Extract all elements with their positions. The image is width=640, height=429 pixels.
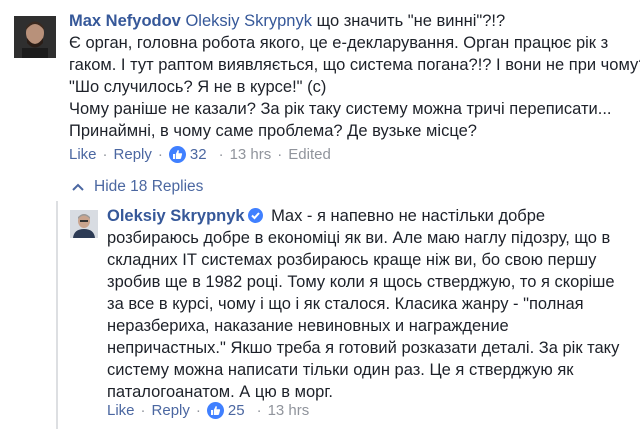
comment-line: Є орган, головна робота якого, це е-декл… — [69, 34, 609, 52]
separator-dot: · — [140, 402, 146, 419]
separator-dot: · — [195, 402, 201, 419]
timestamp[interactable]: 13 hrs — [268, 402, 310, 419]
comment-body: Oleksiy Skrypnyk Max - я напевно не наст… — [107, 205, 637, 403]
reaction-count[interactable]: 25 — [228, 402, 245, 419]
comment-line: Чому раніше не казали? За рік таку систе… — [69, 100, 612, 118]
like-link[interactable]: Like — [107, 402, 135, 419]
avatar-photo — [14, 16, 56, 58]
reply-thread-line — [56, 201, 58, 429]
like-reaction-icon[interactable] — [168, 146, 186, 163]
separator-dot: · — [218, 146, 224, 163]
hide-replies-label: Hide 18 Replies — [94, 178, 204, 195]
separator-dot: · — [256, 402, 262, 419]
reaction-count[interactable]: 32 — [190, 146, 207, 163]
verified-badge-icon — [247, 208, 263, 223]
comment-line: за все в курсі, чому і що і як сталося. … — [107, 295, 584, 313]
author-name[interactable]: Max Nefyodov — [69, 12, 181, 30]
hide-replies-toggle[interactable]: Hide 18 Replies — [72, 178, 203, 196]
comment-line: паталогоанатом. А цю в морг. — [107, 383, 333, 401]
comment-text: що значить "не винні"?!? — [311, 12, 506, 30]
reply-link[interactable]: Reply — [152, 402, 190, 419]
chevron-up-icon — [72, 178, 84, 196]
avatar-photo — [70, 210, 98, 238]
comment-text: Max - я напевно не настільки добре — [266, 207, 546, 225]
edited-label[interactable]: Edited — [288, 146, 331, 163]
comment-line: розбираюсь добре в економіці як ви. Але … — [107, 229, 611, 247]
timestamp[interactable]: 13 hrs — [230, 146, 272, 163]
comment-line: систему можна написати тільки один раз. … — [107, 361, 574, 379]
comment-line: непричастных." Якшо треба я готовий розк… — [107, 339, 620, 357]
comment-actions: Like · Reply · 25 · 13 hrs — [107, 402, 309, 419]
avatar[interactable] — [70, 210, 98, 238]
comment-body: Max Nefyodov Oleksiy Skrypnyk що значить… — [69, 10, 640, 142]
comment-line: "Шо случилось? Я не в курсе!" (с) — [69, 78, 327, 96]
comment-line: Принаймні, в чому саме проблема? Де вузь… — [69, 122, 477, 140]
comment-actions: Like · Reply · 32 · 13 hrs · Edited — [69, 146, 331, 163]
separator-dot: · — [277, 146, 283, 163]
mention-link[interactable]: Oleksiy Skrypnyk — [185, 12, 312, 30]
comment-line: неразбериха, наказание невиновных и нагр… — [107, 317, 509, 335]
comment-line: складних IT системах розбираюсь краще ні… — [107, 251, 597, 269]
comment-line: гаком. І тут раптом виявляється, що сист… — [69, 56, 640, 74]
comment-first-line: Max Nefyodov Oleksiy Skrypnyk що значить… — [69, 10, 634, 32]
like-reaction-icon[interactable] — [206, 402, 224, 419]
author-name[interactable]: Oleksiy Skrypnyk — [107, 207, 245, 225]
like-link[interactable]: Like — [69, 146, 97, 163]
separator-dot: · — [157, 146, 163, 163]
reply-link[interactable]: Reply — [114, 146, 152, 163]
separator-dot: · — [102, 146, 108, 163]
avatar[interactable] — [14, 16, 56, 58]
comment-line: зробив ще в 1982 році. Тому коли я щось … — [107, 273, 615, 291]
comment-first-line: Oleksiy Skrypnyk Max - я напевно не наст… — [107, 205, 637, 227]
